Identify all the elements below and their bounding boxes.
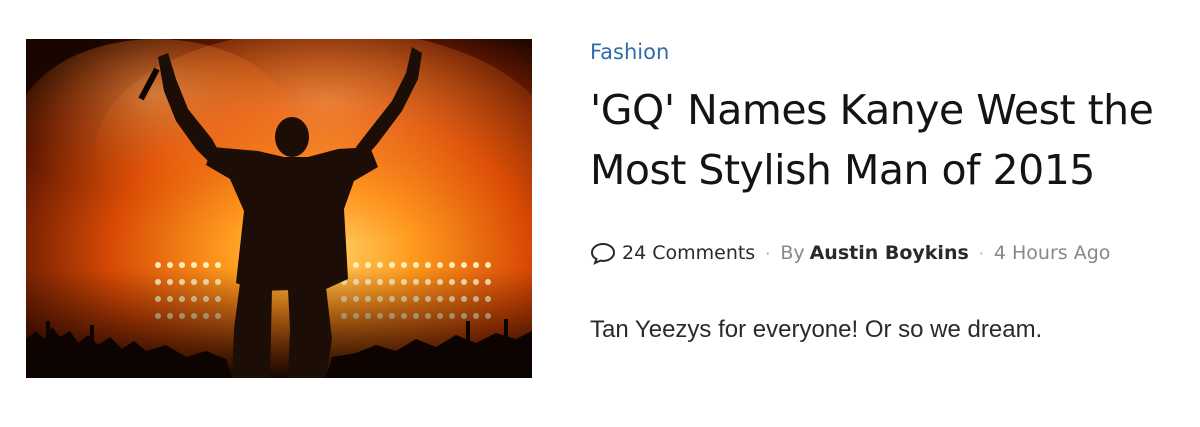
byline-label: By <box>780 242 805 264</box>
category-link[interactable]: Fashion <box>590 38 669 66</box>
article-headline[interactable]: 'GQ' Names Kanye West the Most Stylish M… <box>590 80 1180 200</box>
comments-count: 24 Comments <box>622 242 756 264</box>
article-card: Fashion 'GQ' Names Kanye West the Most S… <box>0 0 1200 427</box>
article-thumbnail[interactable] <box>26 39 532 378</box>
meta-separator: · <box>765 243 771 263</box>
article-meta: 24 Comments · By Austin Boykins · 4 Hour… <box>590 238 1110 268</box>
article-dek: Tan Yeezys for everyone! Or so we dream. <box>590 316 1043 343</box>
meta-separator: · <box>978 243 984 263</box>
publish-time: 4 Hours Ago <box>993 242 1111 264</box>
concert-photo <box>26 39 532 378</box>
author-link[interactable]: Austin Boykins <box>810 242 969 264</box>
comments-link[interactable]: 24 Comments <box>590 241 755 265</box>
speech-bubble-icon <box>590 242 616 265</box>
